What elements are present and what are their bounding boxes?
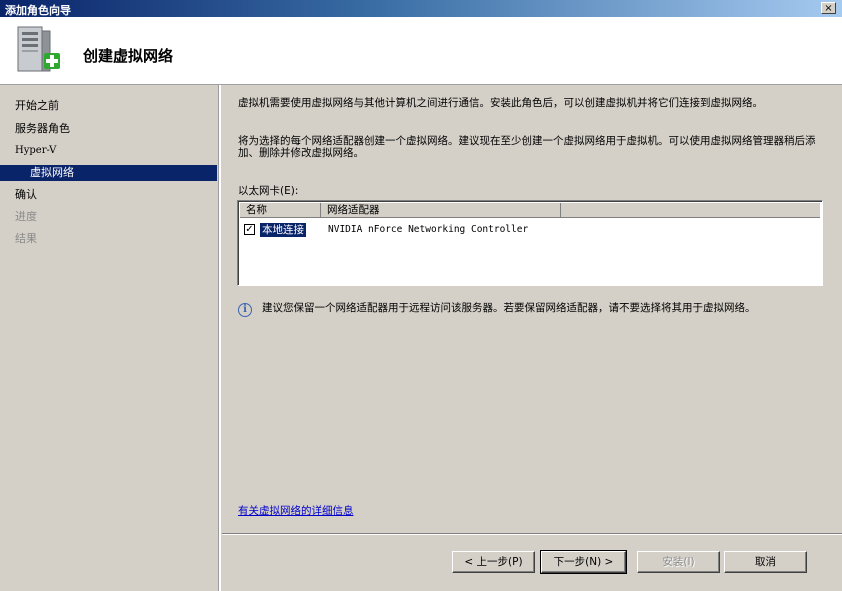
sidebar-item-hyper-v[interactable]: Hyper-V xyxy=(15,143,56,159)
sidebar-item-progress: 进度 xyxy=(15,210,37,223)
column-header-adapter[interactable]: 网络适配器 xyxy=(321,203,561,218)
next-button[interactable]: 下一步(N) > xyxy=(540,550,627,574)
column-header-name[interactable]: 名称 xyxy=(240,203,321,218)
wizard-header: 创建虚拟网络 xyxy=(0,17,842,85)
sidebar-item-server-roles[interactable]: 服务器角色 xyxy=(15,121,70,137)
cancel-button[interactable]: 取消 xyxy=(724,551,807,573)
more-info-link[interactable]: 有关虚拟网络的详细信息 xyxy=(238,503,354,518)
previous-button[interactable]: < 上一步(P) xyxy=(452,551,535,573)
adapter-checkbox[interactable]: ✓ xyxy=(244,224,255,235)
window-title: 添加角色向导 xyxy=(5,4,71,17)
ethernet-label: 以太网卡(E): xyxy=(238,185,299,197)
sidebar-item-results: 结果 xyxy=(15,232,37,245)
info-icon: i xyxy=(238,303,252,317)
list-header: 名称 网络适配器 xyxy=(240,203,820,218)
install-button: 安装(I) xyxy=(637,551,720,573)
footer-divider xyxy=(222,533,842,535)
sidebar-item-virtual-networks[interactable]: 虚拟网络 xyxy=(0,165,217,181)
column-header-empty xyxy=(561,203,820,218)
intro-paragraph: 虚拟机需要使用虚拟网络与其他计算机之间进行通信。安装此角色后，可以创建虚拟机并将… xyxy=(238,97,763,109)
instruction-paragraph: 将为选择的每个网络适配器创建一个虚拟网络。建议现在至少创建一个虚拟网络用于虚拟机… xyxy=(238,135,816,159)
network-adapter-list[interactable]: 名称 网络适配器 ✓ 本地连接 NVIDIA nForce Networking… xyxy=(237,200,823,286)
title-bar[interactable]: 添加角色向导 × xyxy=(0,0,842,17)
wizard-steps-sidebar: 开始之前 服务器角色 Hyper-V 虚拟网络 确认 进度 结果 xyxy=(0,85,221,591)
sidebar-item-before-you-begin[interactable]: 开始之前 xyxy=(15,98,59,114)
server-add-icon xyxy=(17,26,60,72)
sidebar-item-confirmation[interactable]: 确认 xyxy=(15,187,37,203)
wizard-content: 虚拟机需要使用虚拟网络与其他计算机之间进行通信。安装此角色后，可以创建虚拟机并将… xyxy=(222,85,842,530)
row-adapter-name: NVIDIA nForce Networking Controller xyxy=(328,224,529,235)
row-connection-name: 本地连接 xyxy=(260,223,306,237)
close-icon[interactable]: × xyxy=(821,2,836,14)
page-title: 创建虚拟网络 xyxy=(83,47,174,65)
table-row[interactable]: ✓ 本地连接 NVIDIA nForce Networking Controll… xyxy=(244,223,804,237)
wizard-window: 添加角色向导 × 创建虚拟网络 开始之前 服务器角色 Hyper-V 虚拟网络 … xyxy=(0,0,842,591)
info-text: 建议您保留一个网络适配器用于远程访问该服务器。若要保留网络适配器，请不要选择将其… xyxy=(262,302,756,314)
